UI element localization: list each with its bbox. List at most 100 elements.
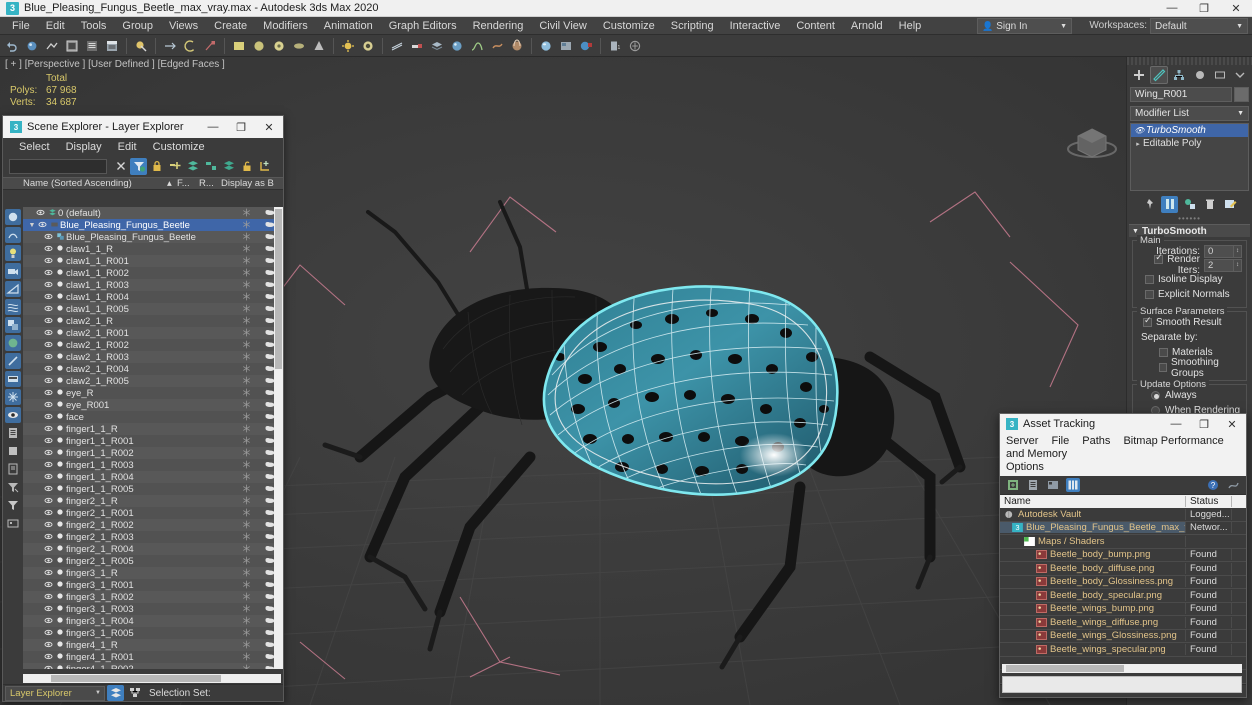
scrollbar-thumb[interactable] [1006, 665, 1124, 672]
options-icon[interactable] [1226, 478, 1240, 492]
mirror-icon[interactable] [387, 36, 407, 56]
freeze-icon[interactable] [235, 568, 257, 579]
visibility-icon[interactable] [5, 407, 21, 423]
layer-stack2-icon[interactable] [220, 158, 237, 175]
asset-tracking-row[interactable]: Beetle_body_bump.png Found [1000, 549, 1246, 562]
select-layer-icon[interactable] [202, 158, 219, 175]
use-pivot-center-icon[interactable] [249, 36, 269, 56]
eye-icon[interactable] [43, 352, 54, 363]
column-frozen[interactable]: F... [177, 178, 199, 189]
scene-explorer-row[interactable]: claw2_1_R001 [23, 327, 283, 339]
schematic-view-icon[interactable] [487, 36, 507, 56]
close-button[interactable]: ✕ [1220, 0, 1252, 17]
column-name[interactable]: Name (Sorted Ascending) [23, 178, 167, 189]
smoothing-groups-checkbox[interactable] [1159, 363, 1167, 372]
layer-explorer-toggle[interactable] [107, 685, 124, 701]
modifier-stack-item-turbosmooth[interactable]: 👁 TurboSmooth [1131, 124, 1248, 137]
chevron-right-icon[interactable]: ▸ [1133, 140, 1143, 148]
scene-explorer-row[interactable]: finger1_1_R003 [23, 459, 283, 471]
smoothing-groups-row[interactable]: Smoothing Groups [1137, 357, 1242, 379]
scene-explorer-row[interactable]: finger4_1_R [23, 639, 283, 651]
add-selection-icon[interactable] [256, 158, 273, 175]
scene-explorer-row[interactable]: claw2_1_R005 [23, 375, 283, 387]
menu-item-animation[interactable]: Animation [316, 17, 381, 35]
scene-explorer-row[interactable]: claw2_1_R002 [23, 339, 283, 351]
explicit-normals-row[interactable]: Explicit Normals [1137, 287, 1242, 302]
eye-icon[interactable] [43, 460, 54, 471]
smooth-result-checkbox[interactable] [1143, 315, 1152, 327]
modifier-stack-item-editable-poly[interactable]: ▸ Editable Poly [1131, 137, 1248, 150]
minimize-button[interactable]: — [1156, 0, 1188, 17]
scene-explorer-row[interactable]: finger3_1_R [23, 567, 283, 579]
pin-stack-icon[interactable] [1141, 196, 1158, 213]
eye-icon[interactable] [43, 592, 54, 603]
scene-explorer-list[interactable]: 0 (default) ▼ Blue_Pleasing_Fungus_Beetle B… [23, 207, 283, 669]
eye-icon[interactable] [43, 412, 54, 423]
freeze-icon[interactable] [235, 544, 257, 555]
freeze-icon[interactable] [235, 604, 257, 615]
eye-icon[interactable] [37, 220, 48, 231]
scene-explorer-row[interactable]: finger4_1_R002 [23, 663, 283, 669]
menu-item-group[interactable]: Group [114, 17, 161, 35]
eye-icon[interactable] [43, 616, 54, 627]
freeze-icon[interactable] [235, 652, 257, 663]
scene-explorer-minimize-button[interactable]: — [199, 116, 227, 138]
eye-icon[interactable] [43, 340, 54, 351]
maximize-button[interactable]: ❐ [1188, 0, 1220, 17]
eye-icon[interactable] [43, 640, 54, 651]
freeze-icon[interactable] [235, 280, 257, 291]
asset-tracking-row[interactable]: Maps / Shaders [1000, 535, 1246, 549]
scrollbar-thumb[interactable] [51, 675, 221, 682]
scene-explorer-row[interactable]: claw2_1_R [23, 315, 283, 327]
at-menu-options[interactable]: Options [1006, 461, 1054, 473]
scene-explorer-row[interactable]: finger3_1_R002 [23, 591, 283, 603]
scene-explorer-row[interactable]: claw1_1_R005 [23, 303, 283, 315]
asset-tracking-row[interactable]: Beetle_body_diffuse.png Found [1000, 562, 1246, 576]
render-frame-window-icon[interactable] [625, 36, 645, 56]
at-menu-file[interactable]: File [1051, 435, 1079, 447]
lock-icon[interactable] [148, 158, 165, 175]
reference-coord-icon[interactable] [229, 36, 249, 56]
isoline-display-checkbox[interactable] [1145, 275, 1154, 284]
eye-icon[interactable] [43, 520, 54, 531]
layer-stack-icon[interactable] [184, 158, 201, 175]
scene-explorer-row[interactable]: finger2_1_R001 [23, 507, 283, 519]
scene-explorer-row[interactable]: finger3_1_R005 [23, 627, 283, 639]
eye-icon[interactable]: 👁 [1133, 126, 1146, 135]
freeze-icon[interactable] [235, 352, 257, 363]
scene-explorer-row[interactable]: finger2_1_R002 [23, 519, 283, 531]
eye-icon[interactable] [43, 436, 54, 447]
selection-set-toggle[interactable] [126, 685, 143, 701]
eye-icon[interactable] [43, 316, 54, 327]
layer-manager-icon[interactable] [427, 36, 447, 56]
asset-tracking-row[interactable]: Beetle_body_Glossiness.png Found [1000, 576, 1246, 589]
columns-view-icon[interactable] [1066, 478, 1080, 492]
freeze-icon[interactable] [235, 208, 257, 219]
eye-icon[interactable] [43, 244, 54, 255]
freeze-icon[interactable] [235, 496, 257, 507]
asset-tracking-row[interactable]: Autodesk Vault Logged... [1000, 508, 1246, 522]
asset-tracking-row[interactable]: Beetle_wings_specular.png Found [1000, 643, 1246, 657]
menu-item-views[interactable]: Views [161, 17, 206, 35]
detail-view-icon[interactable] [1046, 478, 1060, 492]
smooth-result-row[interactable]: Smooth Result [1137, 315, 1242, 330]
scene-explorer-horizontal-scrollbar[interactable] [23, 674, 281, 683]
filter-xrefs-icon[interactable] [5, 335, 21, 351]
freeze-icon[interactable] [235, 508, 257, 519]
eye-icon[interactable] [43, 328, 54, 339]
freeze-icon[interactable] [235, 640, 257, 651]
freeze-icon[interactable] [235, 328, 257, 339]
freeze-icon[interactable] [235, 376, 257, 387]
freeze-icon[interactable] [235, 616, 257, 627]
chevron-down-icon[interactable]: ▼ [27, 222, 37, 229]
eye-icon[interactable] [43, 376, 54, 387]
eye-icon[interactable] [43, 268, 54, 279]
filter-spacewarps-icon[interactable] [5, 299, 21, 315]
scene-explorer-row[interactable]: claw1_1_R [23, 243, 283, 255]
select-move-icon[interactable] [160, 36, 180, 56]
freeze-icon[interactable] [235, 472, 257, 483]
eye-icon[interactable] [43, 232, 54, 243]
tab-display[interactable] [1211, 66, 1229, 84]
eye-icon[interactable] [43, 544, 54, 555]
material-editor-icon[interactable] [447, 36, 467, 56]
